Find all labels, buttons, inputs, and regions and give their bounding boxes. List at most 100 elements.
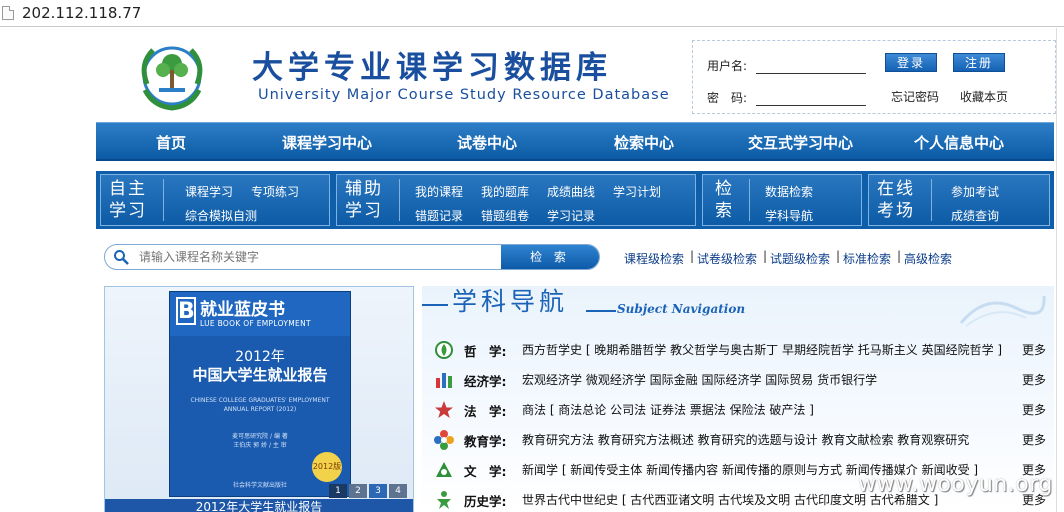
more-link[interactable]: 更多 — [1022, 401, 1046, 418]
link-score-curve[interactable]: 成绩曲线 — [547, 183, 595, 200]
nav-exam-center[interactable]: 试卷中心 — [457, 132, 517, 153]
book-author-line: 王伯庆 郭 娇 / 主 审 — [233, 442, 287, 449]
link-paper-level-search[interactable]: 试卷级检索 — [697, 250, 757, 267]
search-title: 检索 — [715, 178, 737, 222]
bar-chart-icon — [436, 373, 452, 388]
vertical-scrollbar[interactable] — [1056, 28, 1064, 512]
url-text[interactable]: 202.112.118.77 — [22, 4, 141, 22]
search-button[interactable]: 检 索 — [501, 245, 599, 269]
link-study-records[interactable]: 学习记录 — [547, 207, 595, 224]
link-wrong-paper[interactable]: 错题组卷 — [481, 207, 529, 224]
book-series-english: LUE BOOK OF EMPLOYMENT — [200, 319, 311, 328]
book-year: 2012年 — [235, 349, 285, 365]
search-title-text: 检索 — [715, 179, 734, 221]
book-english-title: CHINESE COLLEGE GRADUATES' EMPLOYMENT AN… — [170, 396, 350, 414]
link-subject-navigation[interactable]: 学科导航 — [765, 207, 813, 224]
divider — [399, 179, 400, 221]
subject-nav-subtitle: Subject Navigation — [617, 302, 746, 316]
link-standard-search[interactable]: 标准检索 — [843, 250, 891, 267]
subject-row: 哲 学: 西方哲学史 [ 晚期希腊哲学 教父哲学与奥古斯丁 早期经院哲学 托马斯… — [430, 334, 1054, 364]
nav-interactive-center[interactable]: 交互式学习中心 — [748, 132, 853, 153]
link-study-plan[interactable]: 学习计划 — [613, 183, 661, 200]
login-button[interactable]: 登录 — [885, 53, 937, 72]
password-field[interactable] — [756, 105, 866, 106]
pager-button[interactable]: 2 — [349, 484, 367, 498]
more-link[interactable]: 更多 — [1022, 431, 1046, 448]
search-input[interactable] — [139, 248, 499, 266]
pager-button[interactable]: 4 — [389, 484, 407, 498]
nav-home[interactable]: 首页 — [156, 132, 186, 153]
separator: | — [763, 249, 768, 263]
subject-nav-title: 学科导航 — [452, 287, 569, 316]
more-link[interactable]: 更多 — [1022, 341, 1046, 358]
subject-row: 经济学: 宏观经济学 微观经济学 国际金融 国际经济学 国际贸易 货币银行学 更… — [430, 364, 1054, 394]
online-exam-title: 在线考场 — [877, 178, 917, 222]
link-take-exam[interactable]: 参加考试 — [951, 183, 999, 200]
username-field[interactable] — [756, 73, 866, 74]
triangle-icon — [436, 462, 452, 477]
bookmark-link[interactable]: 收藏本页 — [960, 88, 1008, 105]
pager-button[interactable]: 1 — [329, 484, 347, 498]
edition-badge: 2012版 — [312, 452, 342, 482]
link-question-level-search[interactable]: 试题级检索 — [770, 250, 830, 267]
book-author-line: 麦可思研究院 / 编 著 — [232, 433, 288, 440]
subject-items[interactable]: 西方哲学史 [ 晚期希腊哲学 教父哲学与奥古斯丁 早期经院哲学 托马斯主义 英国… — [522, 341, 1002, 358]
online-exam-title-text: 在线考场 — [877, 179, 915, 221]
self-study-title-text: 自主学习 — [109, 179, 147, 221]
link-mock-test[interactable]: 综合模拟自测 — [185, 207, 257, 224]
link-course-study[interactable]: 课程学习 — [185, 183, 233, 200]
nav-personal-center[interactable]: 个人信息中心 — [914, 132, 1004, 153]
subject-nav-header: 学科导航 Subject Navigation — [422, 286, 1054, 330]
password-label: 密 码: — [707, 91, 748, 105]
address-bar[interactable]: 202.112.118.77 — [0, 0, 1064, 27]
decorative-swirl-icon — [959, 295, 1046, 327]
assist-title: 辅助学习 — [345, 178, 385, 222]
link-wrong-records[interactable]: 错题记录 — [415, 207, 463, 224]
search-bar: 检 索 — [104, 244, 600, 270]
book-publisher: 社会科学文献出版社 — [232, 482, 287, 489]
book-title: 中国大学生就业报告 — [192, 366, 328, 384]
separator: | — [836, 249, 841, 263]
link-my-courses[interactable]: 我的课程 — [415, 183, 463, 200]
university-logo-icon — [141, 46, 203, 111]
book-cover[interactable]: B 就业蓝皮书 LUE BOOK OF EMPLOYMENT 2012年 中国大… — [169, 291, 351, 497]
subject-items[interactable]: 教育研究方法 教育研究方法概述 教育研究的选题与设计 教育文献检索 教育观察研究 — [522, 431, 969, 448]
figure-icon — [437, 491, 451, 509]
site-subtitle: University Major Course Study Resource D… — [258, 87, 670, 103]
book-english-line: ANNUAL REPORT (2012) — [223, 406, 297, 413]
self-study-box: 自主学习 课程学习 专项练习 综合模拟自测 — [100, 174, 330, 226]
divider — [163, 179, 164, 221]
book-english-line: CHINESE COLLEGE GRADUATES' EMPLOYMENT — [190, 397, 330, 404]
flower-icon — [434, 430, 454, 450]
subject-items[interactable]: 商法 [ 商法总论 公司法 证券法 票据法 保险法 破产法 ] — [522, 401, 814, 418]
link-my-question-bank[interactable]: 我的题库 — [481, 183, 529, 200]
username-label: 用户名: — [707, 59, 748, 73]
nav-search-center[interactable]: 检索中心 — [614, 132, 674, 153]
page-gutter — [0, 28, 93, 512]
divider — [931, 179, 932, 221]
slideshow-caption[interactable]: 2012年大学生就业报告 — [105, 499, 413, 512]
main-nav: 首页 课程学习中心 试卷中心 检索中心 交互式学习中心 个人信息中心 — [96, 122, 1054, 161]
link-advanced-search[interactable]: 高级检索 — [904, 250, 952, 267]
login-panel: 用户名: 密 码: 登录 注册 忘记密码 收藏本页 — [692, 40, 1056, 114]
pager-button[interactable]: 3 — [369, 484, 387, 498]
nav-course-center[interactable]: 课程学习中心 — [282, 132, 372, 153]
link-special-practice[interactable]: 专项练习 — [251, 183, 299, 200]
leaf-icon — [435, 341, 453, 359]
search-icon — [114, 250, 129, 265]
subject-category: 哲 学: — [464, 344, 507, 359]
feature-slideshow[interactable]: B 就业蓝皮书 LUE BOOK OF EMPLOYMENT 2012年 中国大… — [104, 286, 414, 512]
subject-category: 历史学: — [464, 494, 507, 509]
subject-category: 经济学: — [464, 374, 507, 389]
more-link[interactable]: 更多 — [1022, 371, 1046, 388]
site-title: 大学专业课学习数据库 — [252, 50, 612, 86]
forgot-password-link[interactable]: 忘记密码 — [891, 88, 939, 105]
link-score-query[interactable]: 成绩查询 — [951, 207, 999, 224]
watermark: www.wooyun.org — [858, 472, 1053, 497]
register-button[interactable]: 注册 — [953, 53, 1005, 72]
subject-items[interactable]: 宏观经济学 微观经济学 国际金融 国际经济学 国际贸易 货币银行学 — [522, 371, 877, 388]
search-box: 检索 数据检索 学科导航 — [702, 174, 862, 226]
link-data-search[interactable]: 数据检索 — [765, 183, 813, 200]
online-exam-box: 在线考场 参加考试 成绩查询 — [868, 174, 1050, 226]
link-course-level-search[interactable]: 课程级检索 — [624, 250, 684, 267]
